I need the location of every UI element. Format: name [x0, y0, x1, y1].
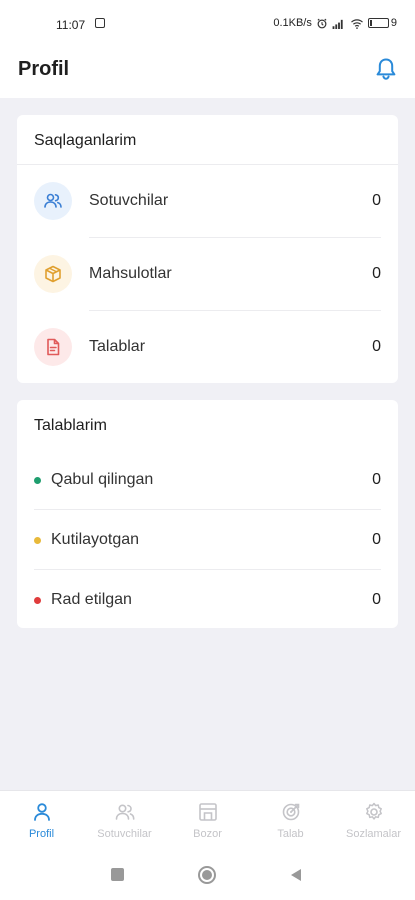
saved-item-label: Sotuvchilar: [89, 192, 169, 209]
nav-label: Talab: [277, 828, 304, 840]
request-status-label: Rad etilgan: [51, 591, 132, 608]
requests-section-title: Talablarim: [34, 417, 107, 434]
nav-item-settings[interactable]: Sozlamalar: [332, 791, 415, 852]
saved-item-count: 0: [372, 192, 381, 209]
saved-card: Saqlaganlarim Sotuvchilar 0 Mahsulotlar …: [17, 115, 398, 383]
bell-icon[interactable]: [373, 56, 399, 82]
document-icon: [47, 338, 60, 356]
wifi-icon: [350, 18, 363, 29]
status-right: 0.1KB/s 9: [273, 17, 397, 29]
request-status-label: Qabul qilingan: [51, 471, 154, 488]
request-status-count: 0: [372, 591, 381, 608]
saved-item-label: Mahsulotlar: [89, 265, 172, 282]
nav-label: Sotuvchilar: [97, 828, 152, 840]
app-header: Profil: [0, 46, 415, 98]
saved-item-requests[interactable]: Talablar 0: [17, 311, 398, 384]
saved-item-count: 0: [372, 338, 381, 355]
bottom-navigation: Profil Sotuvchilar Bozor Talab Sozlamala…: [0, 790, 415, 852]
status-time: 11:07: [56, 18, 86, 32]
request-status-pending[interactable]: Kutilayotgan 0: [17, 510, 398, 570]
saved-item-count: 0: [372, 265, 381, 282]
request-status-rejected[interactable]: Rad etilgan 0: [17, 570, 398, 630]
page-title: Profil: [18, 58, 70, 80]
saved-section-title: Saqlaganlarim: [34, 132, 137, 149]
request-status-label: Kutilayotgan: [51, 531, 140, 548]
back-button[interactable]: [291, 869, 301, 881]
request-status-count: 0: [372, 531, 381, 548]
alarm-icon: [317, 18, 327, 28]
sim-icon: [95, 18, 105, 28]
saved-item-products[interactable]: Mahsulotlar 0: [17, 238, 398, 311]
nav-item-request[interactable]: Talab: [249, 791, 332, 852]
home-button[interactable]: [198, 866, 216, 884]
saved-item-label: Talablar: [89, 338, 146, 355]
signal-icon: [332, 19, 343, 29]
status-dot-yellow: [34, 537, 41, 544]
system-navigation-bar: [0, 852, 415, 900]
recent-apps-button[interactable]: [111, 868, 124, 881]
requests-card: Talablarim Qabul qilingan 0 Kutilayotgan…: [17, 400, 398, 628]
store-icon: [198, 803, 217, 821]
users-icon: [44, 193, 62, 208]
requests-icon-circle: [34, 328, 72, 366]
status-dot-green: [34, 477, 41, 484]
nav-label: Sozlamalar: [345, 828, 402, 840]
request-status-accepted[interactable]: Qabul qilingan 0: [17, 450, 398, 510]
box-icon: [45, 265, 61, 283]
nav-item-sellers[interactable]: Sotuvchilar: [83, 791, 166, 852]
battery-level: 9: [390, 17, 397, 29]
request-status-count: 0: [372, 471, 381, 488]
nav-label: Bozor: [193, 828, 222, 840]
target-icon: [282, 803, 299, 821]
sellers-icon-circle: [34, 182, 72, 220]
nav-label: Profil: [28, 828, 55, 840]
person-icon: [33, 803, 50, 821]
users-icon: [115, 804, 134, 820]
saved-item-sellers[interactable]: Sotuvchilar 0: [17, 165, 398, 238]
nav-item-profile[interactable]: Profil: [0, 791, 83, 852]
battery-indicator: 9: [367, 17, 397, 29]
gear-icon: [365, 802, 382, 820]
nav-item-market[interactable]: Bozor: [166, 791, 249, 852]
status-bar: 11:07 0.1KB/s 9: [0, 0, 415, 46]
network-speed: 0.1KB/s: [273, 17, 312, 29]
battery-icon: [367, 18, 389, 28]
products-icon-circle: [34, 255, 72, 293]
status-dot-red: [34, 597, 41, 604]
